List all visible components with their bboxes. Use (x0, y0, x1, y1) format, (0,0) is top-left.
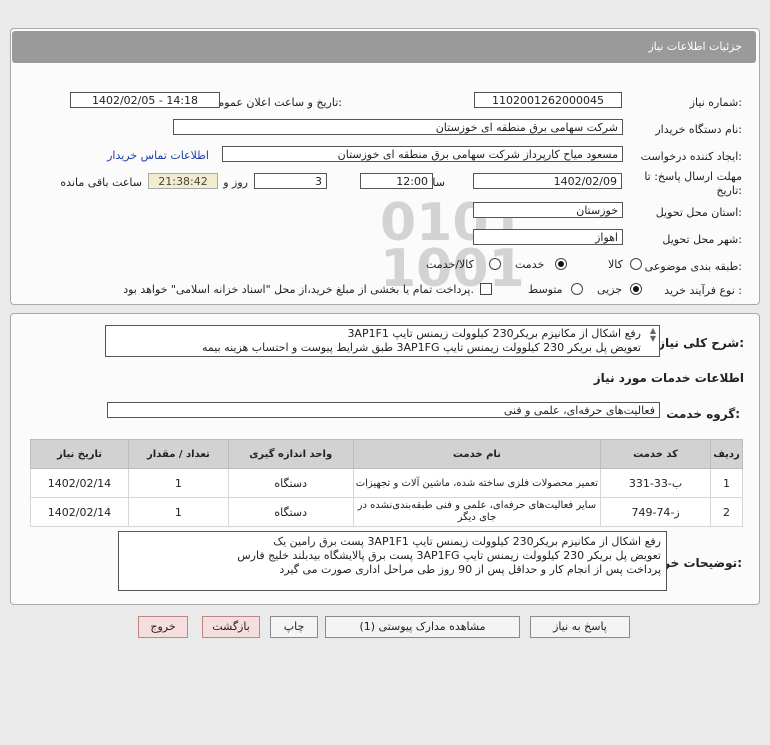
col-need-date: تاریخ نیاز (30, 439, 129, 469)
cell-service-name: تعمیر محصولات فلزی ساخته شده، ماشین آلات… (352, 468, 602, 498)
print-button[interactable]: چاپ (270, 616, 318, 638)
announce-field: 1402/02/05 - 14:18 (70, 92, 220, 108)
cell-service-name: سایر فعالیت‌های حرفه‌ای، علمی و فنی طبقه… (352, 497, 602, 527)
col-row-number: ردیف (710, 439, 743, 469)
notes-line-3: پرداخت پس از انجام کار و حداقل پس از 90 … (279, 563, 661, 576)
table-row: 2 ز-74-749 سایر فعالیت‌های حرفه‌ای، علمی… (30, 497, 743, 527)
cell-unit: دستگاه (227, 497, 354, 527)
summary-line-2: تعویض پل بریکر 230 کیلوولت زیمنس تایپ 3A… (202, 341, 641, 354)
purchase-option-minor: جزیی (597, 283, 623, 296)
purchase-radio-minor[interactable] (630, 283, 642, 295)
buyer-field: شرکت سهامی برق منطقه ای خوزستان (173, 119, 623, 135)
cell-row-number: 2 (710, 497, 743, 527)
cell-quantity: 1 (127, 468, 229, 498)
creator-label: ایجاد کننده درخواست: (640, 150, 742, 163)
notes-line-2: تعویض پل بریکر 230 کیلوولت زیمنس تایپ 3A… (237, 549, 661, 562)
cell-need-date: 1402/02/14 (30, 497, 129, 527)
summary-line-1: رفع اشکال از مکانیزم بریکر230 کیلوولت زی… (347, 327, 641, 340)
col-quantity: تعداد / مقدار (127, 439, 229, 469)
treasury-payment-checkbox[interactable] (480, 283, 492, 295)
cell-row-number: 1 (710, 468, 743, 498)
col-service-name: نام خدمت (352, 439, 602, 469)
cell-service-code: ز-74-749 (600, 497, 712, 527)
category-label: طبقه بندی موضوعی: (644, 260, 742, 273)
page-header: جزئیات اطلاعات نیاز (12, 31, 756, 63)
category-option-goods: کالا (608, 258, 623, 271)
category-option-service: خدمت (515, 258, 545, 271)
treasury-payment-note: پرداخت تمام یا بخشی از مبلغ خرید،از محل … (123, 283, 474, 296)
exit-button[interactable]: خروج (138, 616, 188, 638)
need-number-field: 1102001262000045 (474, 92, 622, 108)
back-button[interactable]: بازگشت (202, 616, 260, 638)
summary-label: شرح کلی نیاز: (658, 336, 744, 350)
services-table: ردیف کد خدمت نام خدمت واحد اندازه گیری ت… (30, 439, 743, 527)
city-label: شهر محل تحویل: (662, 233, 742, 246)
category-radio-service[interactable] (555, 258, 567, 270)
purchase-radio-medium[interactable] (571, 283, 583, 295)
col-unit: واحد اندازه گیری (227, 439, 354, 469)
service-group-field: فعالیت‌های حرفه‌ای، علمی و فنی (107, 402, 660, 418)
cell-quantity: 1 (127, 497, 229, 527)
category-radio-goods[interactable] (630, 258, 642, 270)
remaining-time-label: ساعت باقی مانده (60, 176, 142, 189)
page-title: جزئیات اطلاعات نیاز (648, 40, 742, 53)
buyer-label: نام دستگاه خریدار: (655, 123, 742, 136)
category-radio-goods-service[interactable] (489, 258, 501, 270)
view-attachments-button[interactable]: مشاهده مدارک پیوستی (1) (325, 616, 520, 638)
contact-buyer-link[interactable]: اطلاعات تماس خریدار (107, 149, 209, 162)
services-heading: اطلاعات خدمات مورد نیاز (593, 371, 744, 385)
province-field: خوزستان (473, 202, 623, 218)
deadline-date-field: 1402/02/09 (473, 173, 622, 189)
city-field: اهواز (473, 229, 623, 245)
table-row: 1 ب-33-331 تعمیر محصولات فلزی ساخته شده،… (30, 468, 743, 498)
deadline-label: مهلت ارسال پاسخ: تا تاریخ: (644, 170, 742, 197)
announce-label: تاریخ و ساعت اعلان عمومی: (209, 96, 342, 109)
category-option-goods-service: کالا/خدمت (426, 258, 474, 271)
purchase-option-medium: متوسط (528, 283, 563, 296)
creator-field: مسعود میاح کارپرداز شرکت سهامی برق منطقه… (222, 146, 623, 162)
remaining-time-field: 21:38:42 (148, 173, 218, 189)
buyer-notes-box: رفع اشکال از مکانیزم بریکر230 کیلوولت زی… (118, 531, 667, 591)
cell-unit: دستگاه (227, 468, 354, 498)
notes-line-1: رفع اشکال از مکانیزم بریکر230 کیلوولت زی… (273, 535, 661, 548)
reply-button[interactable]: پاسخ به نیاز (530, 616, 630, 638)
col-service-code: کد خدمت (600, 439, 712, 469)
cell-need-date: 1402/02/14 (30, 468, 129, 498)
province-label: استان محل تحویل: (655, 206, 742, 219)
service-group-label: گروه خدمت: (666, 407, 740, 421)
purchase-type-label: نوع فرآیند خرید : (664, 284, 742, 297)
summary-textarea[interactable]: رفع اشکال از مکانیزم بریکر230 کیلوولت زی… (105, 325, 660, 357)
table-header-row: ردیف کد خدمت نام خدمت واحد اندازه گیری ت… (30, 439, 743, 469)
cell-service-code: ب-33-331 (600, 468, 712, 498)
days-label: روز و (223, 176, 248, 189)
days-field: 3 (254, 173, 327, 189)
scroll-arrows-icon[interactable]: ▲ ▼ (650, 327, 656, 343)
deadline-time-field: 12:00 (360, 173, 433, 189)
need-number-label: شماره نیاز: (689, 96, 742, 109)
